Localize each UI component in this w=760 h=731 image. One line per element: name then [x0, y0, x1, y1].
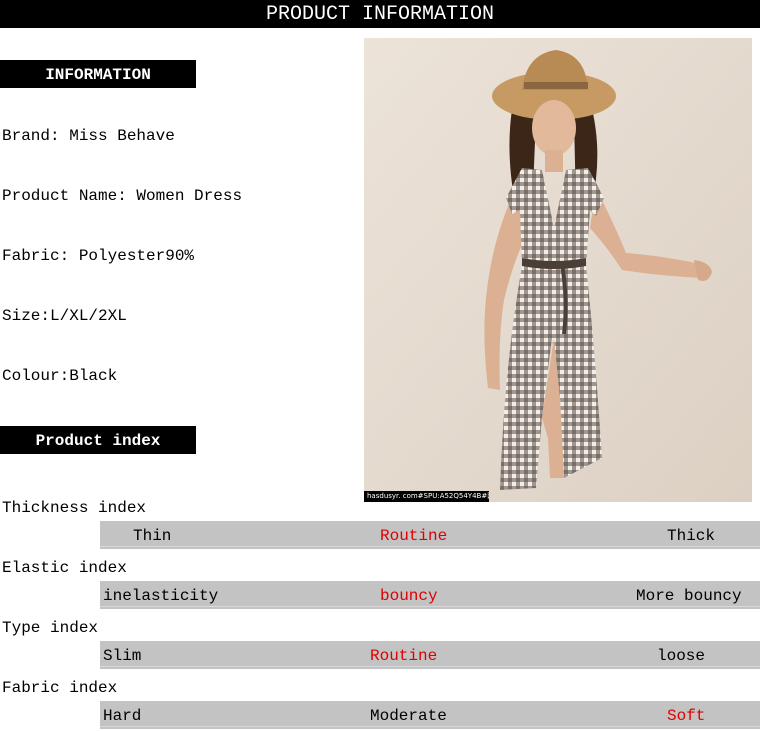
- type-option-slim: Slim: [103, 647, 142, 665]
- model-gingham-dress-icon: [364, 38, 752, 502]
- thickness-option-thin: Thin: [133, 527, 172, 545]
- page-title: PRODUCT INFORMATION: [265, 3, 495, 26]
- product-photo: hasdusyr. com#SPU:A52Q54Y4B#网络图: [364, 38, 752, 502]
- type-index-bar: Slim Routine loose: [100, 641, 760, 669]
- type-option-routine: Routine: [370, 647, 438, 665]
- fabric-index-bar: Hard Moderate Soft: [100, 701, 760, 729]
- fabric-index-title: Fabric index: [2, 679, 118, 697]
- fabric-option-hard: Hard: [103, 707, 142, 725]
- product-index-label: Product index: [0, 426, 196, 454]
- product-name-line: Product Name: Women Dress: [2, 187, 243, 205]
- fabric-line: Fabric: Polyester90%: [2, 247, 195, 265]
- fabric-option-moderate: Moderate: [370, 707, 447, 725]
- brand-line: Brand: Miss Behave: [2, 127, 175, 145]
- photo-caption: hasdusyr. com#SPU:A52Q54Y4B#网络图: [364, 491, 489, 502]
- type-option-loose: loose: [657, 647, 706, 665]
- type-index-title: Type index: [2, 619, 99, 637]
- elastic-option-bouncy: bouncy: [380, 587, 438, 605]
- thickness-index-title: Thickness index: [2, 499, 147, 517]
- elastic-index-bar: inelasticity bouncy More bouncy: [100, 581, 760, 609]
- page-banner: PRODUCT INFORMATION: [0, 0, 760, 28]
- thickness-option-routine: Routine: [380, 527, 448, 545]
- thickness-option-thick: Thick: [667, 527, 716, 545]
- size-line: Size:L/XL/2XL: [2, 307, 127, 325]
- fabric-option-soft: Soft: [667, 707, 706, 725]
- colour-line: Colour:Black: [2, 367, 118, 385]
- elastic-index-title: Elastic index: [2, 559, 127, 577]
- information-label: INFORMATION: [0, 60, 196, 88]
- thickness-index-bar: Thin Routine Thick: [100, 521, 760, 549]
- elastic-option-inelasticity: inelasticity: [103, 587, 219, 605]
- elastic-option-more-bouncy: More bouncy: [636, 587, 742, 605]
